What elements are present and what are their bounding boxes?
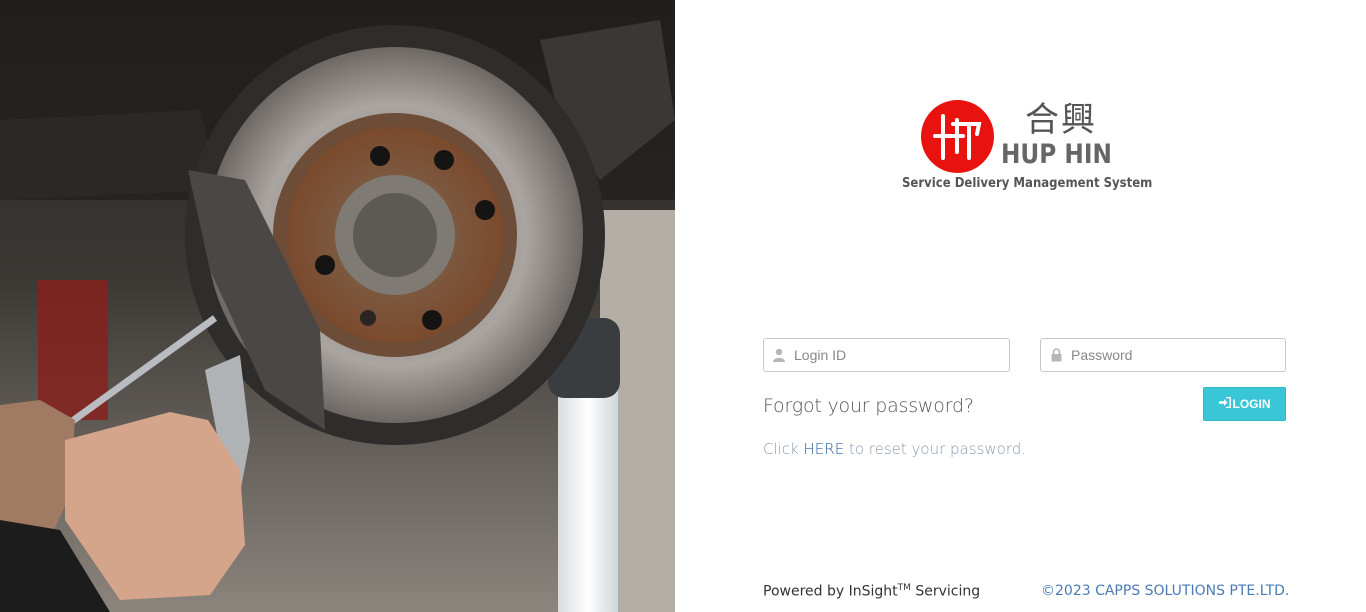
password-input[interactable]	[1071, 339, 1285, 371]
powered-suffix: Servicing	[910, 583, 981, 600]
forgot-password-heading: Forgot your password?	[763, 395, 974, 417]
reset-prefix: Click	[763, 440, 804, 458]
sign-in-icon	[1218, 396, 1231, 411]
login-button-label: LOGIN	[1232, 397, 1271, 411]
hero-image	[0, 0, 675, 612]
brake-disc-illustration	[0, 0, 675, 612]
lock-icon	[1041, 348, 1071, 362]
login-id-field[interactable]	[763, 338, 1010, 372]
login-panel: 合興 HUP HIN Service Delivery Management S…	[675, 0, 1366, 612]
login-button[interactable]: LOGIN	[1203, 387, 1286, 421]
powered-prefix: Powered by InSight	[763, 583, 898, 600]
reset-suffix: to reset your password.	[844, 440, 1027, 458]
powered-by: Powered by InSightTM Servicing	[763, 583, 980, 600]
password-field[interactable]	[1040, 338, 1286, 372]
user-icon	[764, 348, 794, 362]
login-id-input[interactable]	[794, 339, 1009, 371]
brand-name: HUP HIN	[1001, 139, 1112, 170]
hh-monogram-icon	[933, 114, 982, 160]
reset-password-link[interactable]: HERE	[804, 440, 845, 458]
brand-tagline: Service Delivery Management System	[902, 176, 1153, 191]
brand-logo: 合興 HUP HIN Service Delivery Management S…	[902, 100, 1171, 195]
trademark-mark: TM	[897, 583, 911, 593]
logo-monogram	[921, 100, 994, 173]
reset-password-text: Click HERE to reset your password.	[763, 440, 1026, 458]
brand-chinese-name: 合興	[1025, 100, 1097, 140]
copyright-link[interactable]: ©2023 CAPPS SOLUTIONS PTE.LTD.	[1041, 583, 1289, 599]
